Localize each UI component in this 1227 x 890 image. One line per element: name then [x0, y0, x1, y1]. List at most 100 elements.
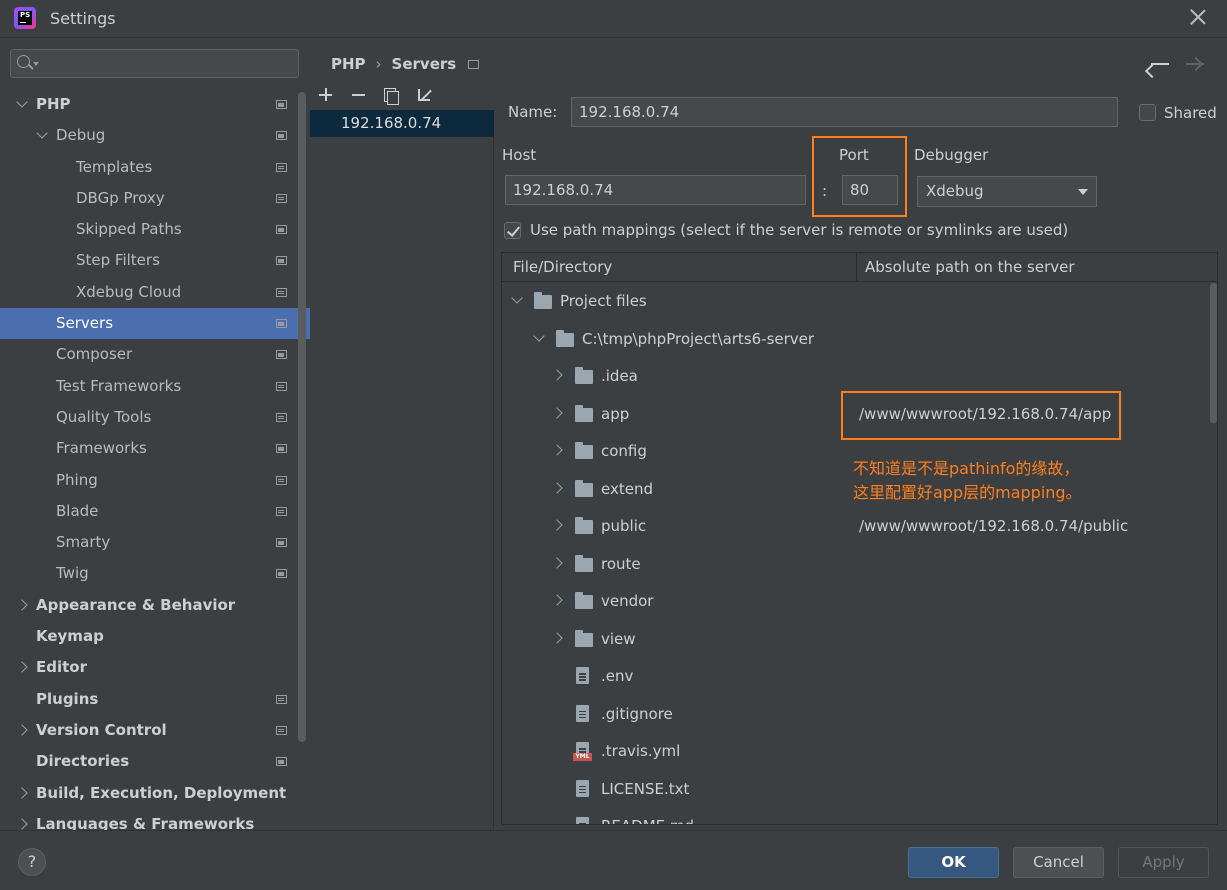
- sidebar-item-dbgp-proxy[interactable]: DBGp Proxy: [0, 183, 310, 214]
- sidebar-item-twig[interactable]: Twig: [0, 558, 310, 589]
- text-file-icon: [576, 779, 589, 797]
- import-server-button[interactable]: [412, 83, 436, 107]
- table-row[interactable]: vendor: [502, 583, 1202, 621]
- chevron-right-icon[interactable]: [16, 818, 28, 830]
- table-row[interactable]: public/www/wwwroot/192.168.0.74/public: [502, 508, 1202, 546]
- sidebar-item-php[interactable]: PHP: [0, 89, 310, 120]
- table-row[interactable]: Project files: [502, 283, 1202, 321]
- sidebar-item-editor[interactable]: Editor: [0, 652, 310, 683]
- phpstorm-logo-icon: PS: [14, 7, 36, 29]
- column-divider[interactable]: [856, 253, 857, 282]
- path-mappings-checkbox[interactable]: [504, 222, 521, 239]
- sidebar-item-label: Composer: [56, 345, 133, 364]
- sidebar-item-smarty[interactable]: Smarty: [0, 527, 310, 558]
- chevron-right-icon[interactable]: [16, 786, 28, 799]
- sidebar-item-directories[interactable]: Directories: [0, 746, 310, 777]
- sidebar-scrollbar[interactable]: [298, 92, 306, 742]
- chevron-right-icon[interactable]: [551, 444, 563, 456]
- shared-checkbox[interactable]: [1139, 104, 1156, 121]
- sidebar-item-step-filters[interactable]: Step Filters: [0, 245, 310, 276]
- sidebar-item-frameworks[interactable]: Frameworks: [0, 433, 310, 464]
- search-options-caret-icon[interactable]: [33, 62, 39, 66]
- column-header-file[interactable]: File/Directory: [513, 253, 612, 282]
- add-server-button[interactable]: [314, 83, 338, 107]
- back-arrow-icon[interactable]: [1151, 63, 1169, 65]
- sidebar-item-blade[interactable]: Blade: [0, 496, 310, 527]
- breadcrumb-parent[interactable]: PHP: [331, 55, 366, 73]
- sidebar-item-keymap[interactable]: Keymap: [0, 621, 310, 652]
- sidebar-item-label: Servers: [56, 314, 114, 333]
- sidebar-item-quality-tools[interactable]: Quality Tools: [0, 402, 310, 433]
- chevron-down-icon[interactable]: [511, 292, 523, 304]
- chevron-right-icon[interactable]: [551, 406, 563, 419]
- ok-button[interactable]: OK: [908, 847, 999, 878]
- text-file-icon: [576, 704, 589, 722]
- sidebar-item-version-control[interactable]: Version Control: [0, 715, 310, 746]
- server-list: 192.168.0.74: [310, 110, 494, 830]
- table-row[interactable]: .gitignore: [502, 696, 1202, 734]
- title-bar: PS Settings: [0, 0, 1227, 38]
- table-row[interactable]: YML .travis.yml: [502, 733, 1202, 771]
- forward-arrow-icon[interactable]: [1186, 63, 1204, 65]
- sidebar-item-skipped-paths[interactable]: Skipped Paths: [0, 214, 310, 245]
- debugger-select-value: Xdebug: [926, 182, 984, 200]
- chevron-right-icon[interactable]: [16, 661, 28, 674]
- debugger-select[interactable]: Xdebug: [917, 176, 1097, 207]
- server-list-toolbar: [310, 83, 495, 110]
- sidebar-item-servers[interactable]: Servers: [0, 308, 310, 340]
- chevron-right-icon[interactable]: [551, 556, 563, 569]
- table-row[interactable]: .env: [502, 658, 1202, 696]
- help-button[interactable]: ?: [18, 848, 46, 876]
- port-field[interactable]: 80: [842, 175, 898, 205]
- table-row[interactable]: README.md: [502, 808, 1202, 824]
- app-mapping-highlight-box: [841, 391, 1121, 440]
- copy-server-button[interactable]: [379, 83, 403, 107]
- host-field[interactable]: 192.168.0.74: [505, 175, 806, 205]
- sidebar-item-appearance-behavior[interactable]: Appearance & Behavior: [0, 590, 310, 621]
- chevron-down-icon[interactable]: [533, 329, 545, 342]
- chevron-right-icon[interactable]: [551, 594, 563, 606]
- sidebar-item-templates[interactable]: Templates: [0, 152, 310, 183]
- sidebar-item-label: Templates: [76, 157, 153, 176]
- cancel-button[interactable]: Cancel: [1013, 847, 1104, 878]
- chevron-right-icon[interactable]: [551, 369, 563, 381]
- sidebar-item-build-execution-deployment[interactable]: Build, Execution, Deployment: [0, 778, 310, 809]
- file-name: app: [601, 404, 630, 423]
- table-row[interactable]: extend: [502, 471, 1202, 509]
- table-row[interactable]: .idea: [502, 358, 1202, 396]
- remove-server-button[interactable]: [347, 83, 371, 107]
- chevron-down-icon[interactable]: [16, 96, 28, 108]
- table-row[interactable]: view: [502, 621, 1202, 659]
- sidebar-item-xdebug-cloud[interactable]: Xdebug Cloud: [0, 277, 310, 308]
- server-path-cell[interactable]: /www/wwwroot/192.168.0.74/public: [859, 517, 1128, 535]
- table-row[interactable]: LICENSE.txt: [502, 771, 1202, 809]
- project-settings-icon: [276, 412, 287, 422]
- table-scrollbar[interactable]: [1210, 283, 1217, 423]
- chevron-right-icon[interactable]: [16, 724, 28, 736]
- sidebar-item-composer[interactable]: Composer: [0, 339, 310, 370]
- close-icon[interactable]: [1189, 8, 1207, 26]
- sidebar-item-phing[interactable]: Phing: [0, 465, 310, 496]
- sidebar-item-test-frameworks[interactable]: Test Frameworks: [0, 371, 310, 402]
- sidebar-item-debug[interactable]: Debug: [0, 120, 310, 151]
- file-name: config: [601, 442, 647, 460]
- server-name-field[interactable]: 192.168.0.74: [571, 97, 1118, 127]
- sidebar-item-label: PHP: [36, 95, 71, 113]
- chevron-right-icon[interactable]: [551, 481, 563, 494]
- table-row[interactable]: C:\tmp\phpProject\arts6-server: [502, 321, 1202, 359]
- project-settings-icon: [276, 162, 287, 172]
- sidebar-item-plugins[interactable]: Plugins: [0, 684, 310, 715]
- sidebar-item-label: Plugins: [36, 689, 99, 708]
- chevron-right-icon[interactable]: [551, 519, 563, 531]
- sidebar-item-label: Directories: [36, 752, 130, 771]
- server-list-item[interactable]: 192.168.0.74: [310, 110, 494, 137]
- column-header-server-path[interactable]: Absolute path on the server: [865, 253, 1075, 282]
- search-input[interactable]: [10, 49, 299, 78]
- chevron-right-icon[interactable]: [551, 631, 563, 644]
- apply-button[interactable]: Apply: [1118, 847, 1209, 878]
- chevron-down-icon[interactable]: [36, 127, 48, 139]
- project-settings-icon: [468, 60, 480, 69]
- chevron-right-icon[interactable]: [16, 599, 28, 611]
- table-row[interactable]: route: [502, 546, 1202, 584]
- project-settings-icon: [276, 131, 287, 141]
